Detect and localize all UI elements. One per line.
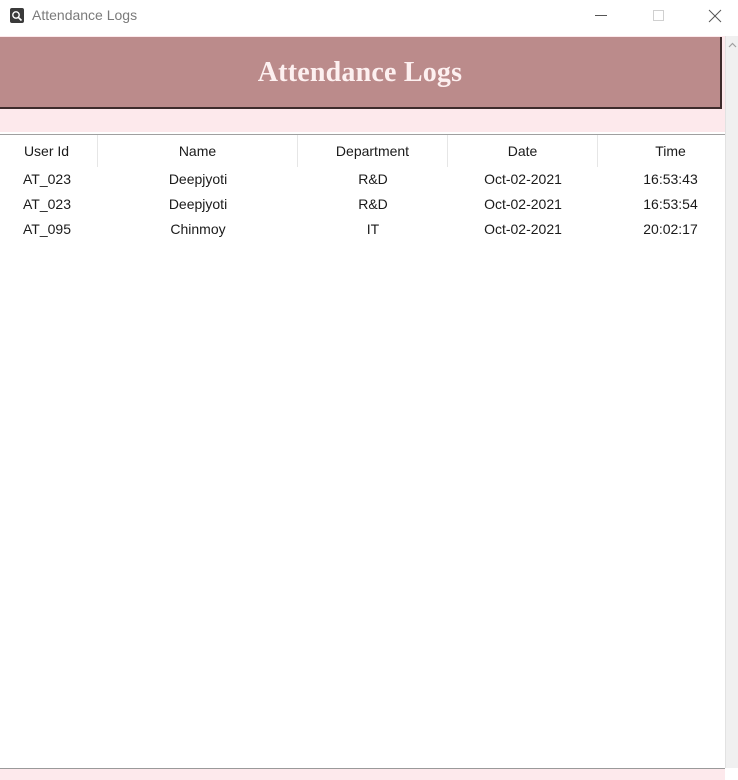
cell-user-id: AT_023 [23,171,71,187]
table-row[interactable]: AT_023 Deepjyoti R&D Oct-02-2021 16:53:5… [0,192,725,217]
table-header: User Id Name Department Date Time [0,135,725,167]
column-header-date[interactable]: Date [448,135,598,167]
minimize-icon [595,15,607,16]
cell-department: R&D [358,171,388,187]
header-banner: Attendance Logs [0,37,722,109]
window-title: Attendance Logs [32,7,138,23]
cell-name: Chinmoy [170,221,226,237]
cell-time: 20:02:17 [643,221,698,237]
table-body: AT_023 Deepjyoti R&D Oct-02-2021 16:53:4… [0,167,725,242]
cell-department: R&D [358,196,388,212]
table-row[interactable]: AT_023 Deepjyoti R&D Oct-02-2021 16:53:4… [0,167,725,192]
chevron-up-icon [728,42,737,48]
app-icon [10,8,24,23]
minimize-button[interactable] [578,0,624,32]
cell-user-id: AT_023 [23,196,71,212]
cell-date: Oct-02-2021 [484,221,562,237]
column-header-name[interactable]: Name [98,135,298,167]
column-header-time[interactable]: Time [598,135,725,167]
footer-band [0,768,725,780]
column-header-department[interactable]: Department [298,135,448,167]
cell-date: Oct-02-2021 [484,196,562,212]
attendance-table[interactable]: User Id Name Department Date Time AT_023… [0,134,725,769]
vertical-scrollbar[interactable] [725,36,738,768]
cell-time: 16:53:43 [643,171,698,187]
close-button[interactable] [692,0,738,32]
maximize-button[interactable] [635,0,681,32]
cell-name: Deepjyoti [168,196,228,212]
app-window: Attendance Logs Attendance Logs User Id … [0,0,738,780]
page-title: Attendance Logs [257,57,463,88]
cell-date: Oct-02-2021 [484,171,562,187]
close-icon [708,9,722,23]
maximize-icon [653,10,664,21]
column-header-user-id[interactable]: User Id [0,135,98,167]
cell-user-id: AT_095 [23,221,71,237]
cell-department: IT [366,221,380,237]
table-row[interactable]: AT_095 Chinmoy IT Oct-02-2021 20:02:17 [0,217,725,242]
title-bar[interactable]: Attendance Logs [0,0,738,32]
cell-name: Deepjyoti [168,171,228,187]
cell-time: 16:53:54 [643,196,698,212]
